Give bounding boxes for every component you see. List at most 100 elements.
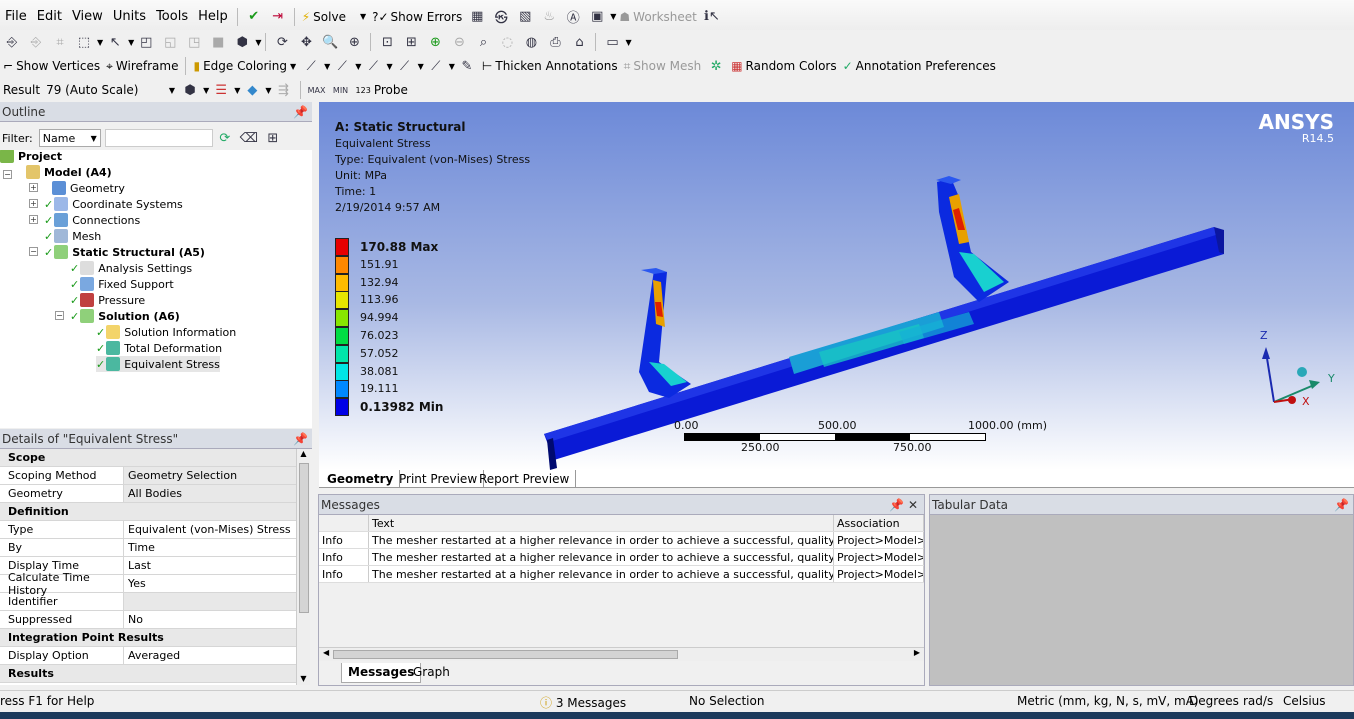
status-units[interactable]: Metric (mm, kg, N, s, mV, mA) [1017,694,1199,708]
geometry-display-icon[interactable]: ⬢ [180,81,200,99]
col-type[interactable] [319,515,369,531]
filter-input[interactable] [104,129,213,147]
graphics-viewport[interactable]: A: Static Structural Equivalent Stress T… [319,102,1354,470]
vector-icon[interactable]: ⇶ [274,81,294,99]
image-icon[interactable]: ▧ [515,8,535,26]
pin-icon[interactable]: 📌 [293,105,308,119]
edge-style-icon-2[interactable]: ⟋ [332,57,352,75]
details-pin-icon[interactable]: 📌 [293,432,308,446]
details-row-type[interactable]: Type Equivalent (von-Mises) Stress [0,521,296,539]
menu-file[interactable]: File [0,9,32,24]
min-label-icon[interactable]: MIN [331,81,351,99]
message-row[interactable]: Info The mesher restarted at a higher re… [319,532,924,549]
abc-icon[interactable]: ㉿ [491,8,511,26]
show-vertices-button[interactable]: ⌐ Show Vertices [0,59,103,73]
details-section-definition[interactable]: Definition [0,503,296,521]
select-tool-icon[interactable]: ⎆ [2,33,22,51]
details-row-calculate-time-history[interactable]: Calculate Time History Yes [0,571,296,597]
edge-select-icon[interactable]: ◱ [160,33,180,51]
tab-report-preview[interactable]: Report Preview [473,470,577,488]
messages-pin-icon[interactable]: 📌 ✕ [889,498,918,512]
pointer-icon[interactable]: ↖ [105,33,125,51]
edge-style-icon-1[interactable]: ⟋ [301,57,321,75]
flame-icon[interactable]: ♨ [539,8,559,26]
tab-graph[interactable]: Graph [407,663,456,683]
vertex-select-icon[interactable]: ◰ [136,33,156,51]
extend-icon[interactable]: ⬢ [232,33,252,51]
details-row-scoping-method[interactable]: Scoping Method Geometry Selection [0,467,296,485]
status-degrees[interactable]: Degrees [1189,694,1239,708]
probe-button[interactable]: 123 Probe [353,83,411,97]
tree-node-geometry[interactable]: Geometry [52,180,125,196]
next-view-icon[interactable]: ◍ [521,33,541,51]
details-scrollbar[interactable]: ▲ ▼ [296,449,310,685]
menu-view[interactable]: View [67,9,108,24]
details-row-suppressed[interactable]: Suppressed No [0,611,296,629]
menu-tools[interactable]: Tools [151,9,193,24]
tree-node-mesh[interactable]: ✓ Mesh [44,228,101,244]
details-section-results[interactable]: Results [0,665,296,683]
tree-node-total-deformation[interactable]: ✓ Total Deformation [96,340,222,356]
menu-units[interactable]: Units [108,9,151,24]
random-colors-button[interactable]: ▦ Random Colors [728,59,839,73]
edge-style-icon-3[interactable]: ⟋ [363,57,383,75]
status-rads[interactable]: rad/s [1243,694,1273,708]
tree-node-project[interactable]: Project [0,150,62,164]
previous-view-icon[interactable]: ◌ [497,33,517,51]
pan-icon[interactable]: ✥ [296,33,316,51]
tree-node-equivalent-stress[interactable]: ✓ Equivalent Stress [96,356,220,372]
view-icon[interactable]: ▣ [587,8,607,26]
edge-coloring-button[interactable]: ▮ Edge Coloring ▼ [190,59,299,73]
zoom-gray-icon[interactable]: ⊖ [449,33,469,51]
solve-button[interactable]: ⚡ Solve ▼ [299,10,369,24]
filter-select[interactable]: Name ▼ [38,129,101,147]
tree-node-analysis-settings[interactable]: ✓ Analysis Settings [70,260,192,276]
select-mode-icon[interactable]: ⬚ [74,33,94,51]
details-row-by[interactable]: By Time [0,539,296,557]
result-scale-select[interactable]: 79 (Auto Scale) ▼ [43,83,178,97]
text-icon[interactable]: Ⓐ [563,8,583,26]
contour-icon[interactable]: ☰ [211,81,231,99]
col-text[interactable]: Text [369,515,834,531]
worksheet-button[interactable]: ☗ Worksheet [616,10,699,24]
info-cursor-icon[interactable]: ℹ↖ [702,8,722,26]
tree-node-pressure[interactable]: ✓ Pressure [70,292,145,308]
status-messages[interactable]: ⓘ 3 Messages [540,694,626,711]
face-select-icon[interactable]: ◳ [184,33,204,51]
tree-node-static-structural[interactable]: ✓ Static Structural (A5) [44,244,205,260]
details-row-identifier[interactable]: Identifier [0,593,296,611]
tree-node-solution-information[interactable]: ✓ Solution Information [96,324,236,340]
check-icon[interactable]: ✔ [244,8,264,26]
annotation-preferences-button[interactable]: ✓ Annotation Preferences [840,59,999,73]
refresh-icon[interactable]: ⟳ [215,129,235,147]
thicken-annotations-button[interactable]: ⊢ Thicken Annotations [479,59,621,73]
message-row[interactable]: Info The mesher restarted at a higher re… [319,549,924,566]
menu-edit[interactable]: Edit [32,9,67,24]
col-association[interactable]: Association [834,515,924,531]
tree-node-solution[interactable]: ✓ Solution (A6) [70,308,180,324]
edges-display-icon[interactable]: ◆ [242,81,262,99]
tag-icon[interactable]: ⌂ [569,33,589,51]
show-errors-button[interactable]: ?✓ Show Errors [369,10,465,24]
max-label-icon[interactable]: MAX [307,81,327,99]
tree-node-coordinate-systems[interactable]: ✓ Coordinate Systems [44,196,183,212]
edge-style-icon-4[interactable]: ⟋ [395,57,415,75]
select-disabled-icon-2[interactable]: ⌗ [50,33,70,51]
details-row-display-option[interactable]: Display Option Averaged [0,647,296,665]
zoom-icon[interactable]: 🔍 [320,33,340,51]
zoom-green-icon[interactable]: ⊕ [425,33,445,51]
zoom-in-icon[interactable]: ⊕ [344,33,364,51]
star-icon[interactable]: ✲ [706,57,726,75]
thin-line-icon[interactable]: ✎ [457,57,477,75]
rotate-icon[interactable]: ⟳ [272,33,292,51]
tree-node-connections[interactable]: ✓ Connections [44,212,140,228]
tab-geometry[interactable]: Geometry [321,470,401,488]
tabular-pin-icon[interactable]: 📌 [1334,498,1349,512]
clear-filter-icon[interactable]: ⌫ [239,129,259,147]
status-temperature[interactable]: Celsius [1283,694,1326,708]
body-select-icon[interactable]: ■ [208,33,228,51]
table-icon[interactable]: ▦ [467,8,487,26]
tree-node-model[interactable]: Model (A4) [26,164,112,180]
tree-node-fixed-support[interactable]: ✓ Fixed Support [70,276,174,292]
zoom-box-icon[interactable]: ⊡ [377,33,397,51]
